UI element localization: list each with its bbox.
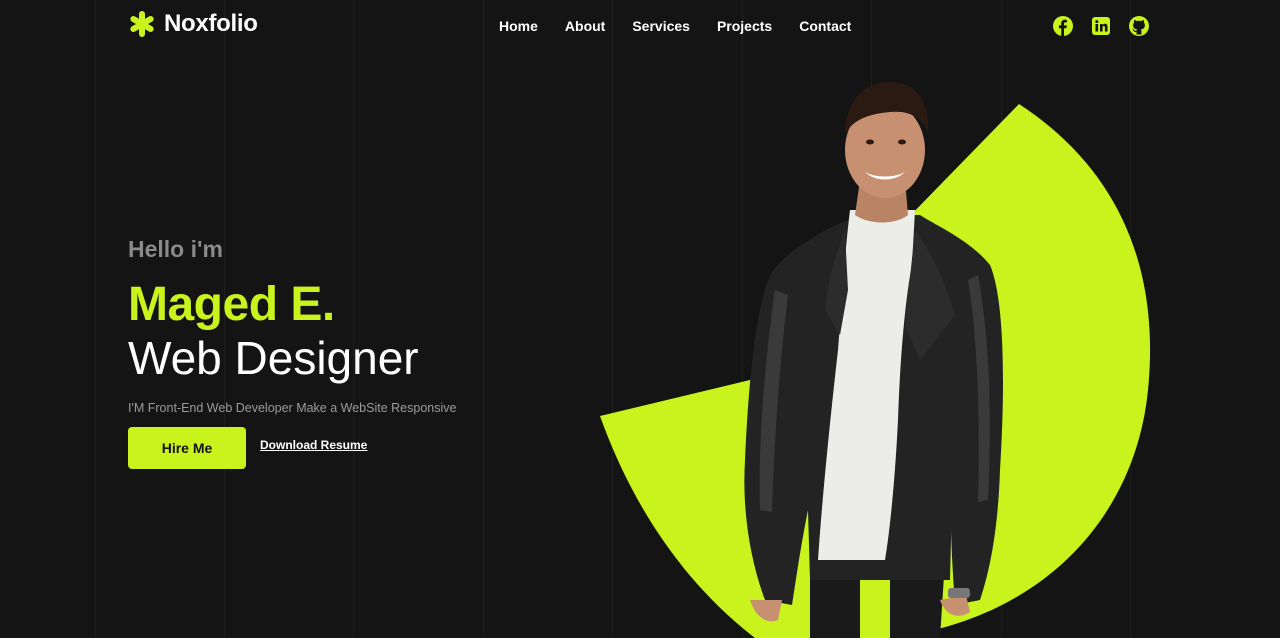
hero-actions: Hire Me Download Resume [128,426,456,469]
nav-home[interactable]: Home [499,18,538,34]
hero-greeting: Hello i'm [128,236,223,262]
hero-tagline: I'M Front-End Web Developer Make a WebSi… [128,400,457,415]
linkedin-icon[interactable] [1091,16,1111,36]
nav-contact[interactable]: Contact [799,18,851,34]
brand-logo[interactable]: Noxfolio [128,10,258,38]
site-header: Noxfolio Home About Services Projects Co… [0,0,1280,54]
download-resume-link[interactable]: Download Resume [260,438,367,452]
hero-role: Web Designer [128,331,419,384]
hire-me-button[interactable]: Hire Me [128,426,246,469]
nav-about[interactable]: About [565,18,605,34]
main-nav: Home About Services Projects Contact [499,18,851,34]
brand-name: Noxfolio [164,10,258,37]
hero-intro: Hello i'm Maged E. Web Designer I'M Fron… [128,236,456,469]
hero-name: Maged E. [128,278,335,331]
nav-services[interactable]: Services [632,18,690,34]
social-links [1053,16,1149,36]
nav-projects[interactable]: Projects [717,18,772,34]
facebook-icon[interactable] [1053,16,1073,36]
github-icon[interactable] [1129,16,1149,36]
hero-portrait-graphic [600,82,1151,638]
asterisk-logo-icon [130,11,154,37]
